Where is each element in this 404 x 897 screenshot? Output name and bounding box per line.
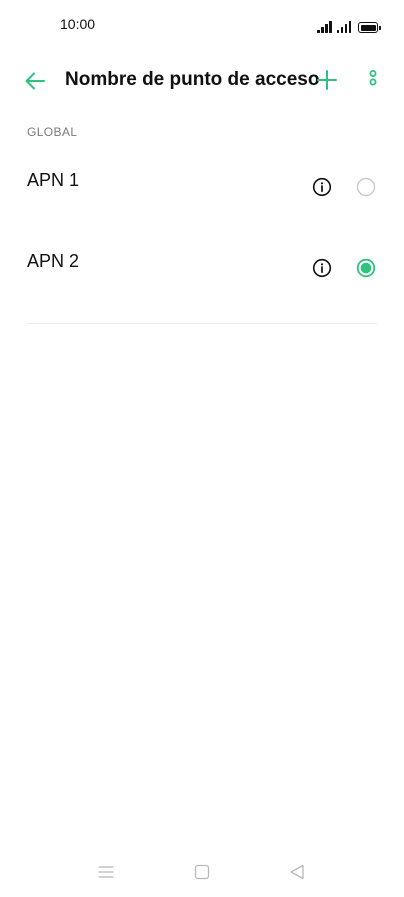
battery-icon bbox=[358, 22, 381, 33]
page-title: Nombre de punto de acceso bbox=[65, 69, 320, 90]
arrow-left-icon bbox=[25, 72, 45, 90]
section-header: GLOBAL bbox=[27, 125, 78, 139]
signal-icon bbox=[336, 21, 351, 33]
apn-row[interactable]: APN 1 bbox=[0, 160, 404, 230]
radio-off-icon bbox=[356, 177, 376, 197]
apn-info-button[interactable] bbox=[312, 258, 332, 278]
add-apn-button[interactable] bbox=[315, 68, 339, 92]
apn-radio-unselected[interactable] bbox=[356, 177, 376, 197]
info-icon bbox=[312, 177, 332, 197]
nav-menu-button[interactable] bbox=[96, 862, 116, 882]
status-bar: 10:00 bbox=[0, 0, 404, 50]
divider bbox=[27, 323, 377, 324]
status-icons bbox=[317, 17, 381, 33]
signal-icon bbox=[317, 21, 332, 33]
status-time: 10:00 bbox=[60, 16, 96, 32]
nav-back-button[interactable] bbox=[287, 862, 307, 882]
triangle-back-icon bbox=[290, 864, 304, 880]
more-vertical-icon bbox=[369, 70, 377, 86]
plus-icon bbox=[317, 70, 337, 90]
navigation-bar bbox=[0, 852, 404, 892]
info-icon bbox=[312, 258, 332, 278]
app-bar: Nombre de punto de acceso bbox=[0, 58, 404, 104]
apn-name: APN 2 bbox=[27, 251, 80, 271]
apn-name: APN 1 bbox=[27, 170, 80, 190]
apn-row[interactable]: APN 2 bbox=[0, 241, 404, 311]
more-options-button[interactable] bbox=[364, 68, 382, 94]
radio-on-icon bbox=[356, 258, 376, 278]
apn-info-button[interactable] bbox=[312, 177, 332, 197]
nav-home-button[interactable] bbox=[192, 862, 212, 882]
menu-lines-icon bbox=[98, 866, 114, 878]
apn-radio-selected[interactable] bbox=[356, 258, 376, 278]
back-button[interactable] bbox=[22, 68, 48, 94]
square-icon bbox=[194, 864, 210, 880]
